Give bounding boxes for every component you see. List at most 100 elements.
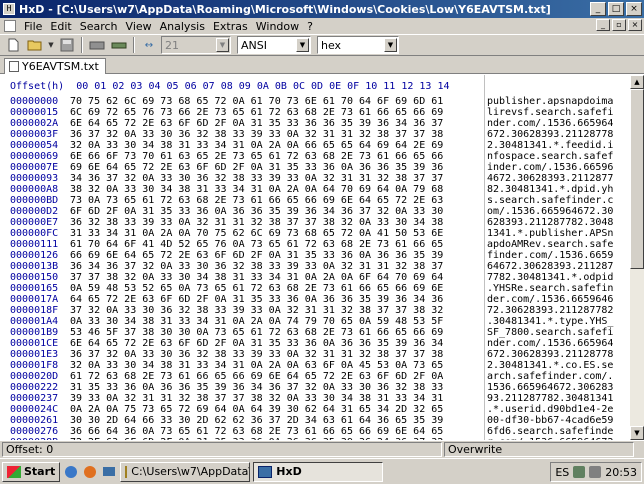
scroll-up-button[interactable]: ▲ bbox=[630, 75, 644, 89]
menu-analysis[interactable]: Analysis bbox=[156, 20, 209, 33]
mdi-restore-button[interactable]: ▫ bbox=[612, 19, 626, 31]
row-hex-bytes[interactable]: 36 66 64 36 0A 73 65 61 72 63 68 2E 73 6… bbox=[70, 426, 443, 437]
row-hex-bytes[interactable]: 36 32 38 33 39 33 0A 32 31 31 32 38 37 3… bbox=[70, 217, 443, 228]
row-hex-bytes[interactable]: 69 6E 64 65 72 2E 63 6F 6D 2F 0A 31 35 3… bbox=[70, 162, 443, 173]
row-hex-bytes[interactable]: 73 0A 73 65 61 72 63 68 2E 73 61 66 65 6… bbox=[70, 195, 443, 206]
row-hex-bytes[interactable]: 32 0A 33 30 34 38 31 33 34 31 0A 2A 0A 6… bbox=[70, 140, 443, 151]
row-text[interactable]: 64672.30628393.211287 bbox=[487, 261, 625, 272]
row-hex-bytes[interactable]: 39 33 0A 32 31 31 32 38 37 37 38 32 0A 3… bbox=[70, 393, 443, 404]
row-text[interactable]: nfospace.search.safef bbox=[487, 151, 625, 162]
minimize-button[interactable]: _ bbox=[590, 2, 606, 16]
new-file-icon[interactable] bbox=[3, 36, 23, 54]
bytes-per-row-select[interactable]: 21 ▼ bbox=[161, 36, 231, 54]
row-text[interactable]: nder.com/.1536.665964 bbox=[487, 118, 625, 129]
volume-icon[interactable] bbox=[589, 466, 602, 478]
row-hex-bytes[interactable]: 66 69 6E 64 65 72 2E 63 6F 6D 2F 0A 31 3… bbox=[70, 250, 443, 261]
menu-view[interactable]: View bbox=[122, 20, 156, 33]
row-text[interactable]: 6fd6.search.safefinde bbox=[487, 426, 625, 437]
start-button[interactable]: Start bbox=[2, 461, 61, 482]
row-text[interactable]: 672.30628393.21128778 bbox=[487, 129, 625, 140]
menu-help[interactable]: ? bbox=[303, 20, 317, 33]
taskbar-hxd-window[interactable]: HxD bbox=[253, 461, 384, 482]
row-hex-bytes[interactable]: 0A 33 30 34 38 31 33 34 31 0A 2A 0A 74 7… bbox=[70, 316, 443, 327]
row-text[interactable]: finder.com/.1536.6659 bbox=[487, 250, 625, 261]
menu-extras[interactable]: Extras bbox=[209, 20, 252, 33]
tab-file[interactable]: Y6EAVTSM.txt bbox=[4, 58, 106, 74]
chevron-down-icon[interactable]: ▼ bbox=[384, 38, 397, 52]
row-hex-bytes[interactable]: 30 30 2D 64 66 33 30 2D 62 62 36 37 2D 3… bbox=[70, 415, 443, 426]
menu-edit[interactable]: Edit bbox=[46, 20, 75, 33]
row-text[interactable]: .*.userid.d90bd1e4-2e bbox=[487, 404, 625, 415]
row-hex-bytes[interactable]: 0A 59 48 53 52 65 0A 73 65 61 72 63 68 2… bbox=[70, 283, 443, 294]
row-hex-bytes[interactable]: 64 65 72 2E 63 6F 6D 2F 0A 31 35 33 36 0… bbox=[70, 294, 443, 305]
row-text[interactable]: 1341.*.publisher.APSn bbox=[487, 228, 625, 239]
mdi-close-button[interactable]: × bbox=[628, 19, 642, 31]
row-text[interactable]: 628393.211287782.3048 bbox=[487, 217, 625, 228]
mdi-minimize-button[interactable]: _ bbox=[596, 19, 610, 31]
row-hex-bytes[interactable]: 6E 64 65 72 2E 63 6F 6D 2F 0A 31 35 33 3… bbox=[70, 338, 443, 349]
close-button[interactable]: × bbox=[626, 2, 642, 16]
row-hex-bytes[interactable]: 6E 66 6F 73 70 61 63 65 2E 73 65 61 72 6… bbox=[70, 151, 443, 162]
row-text[interactable]: 7782.30481341.*.odpid bbox=[487, 272, 625, 283]
maximize-button[interactable]: □ bbox=[608, 2, 624, 16]
row-hex-bytes[interactable]: 34 36 37 32 0A 33 30 36 32 38 33 39 33 0… bbox=[70, 173, 443, 184]
open-disk-icon[interactable] bbox=[87, 36, 107, 54]
language-indicator[interactable]: ES bbox=[555, 466, 569, 479]
row-hex-bytes[interactable]: 61 72 63 68 2E 73 61 66 65 66 69 6E 64 6… bbox=[70, 371, 443, 382]
row-text[interactable]: SF_7800.search.safefi bbox=[487, 327, 625, 338]
browser-quicklaunch-icon[interactable] bbox=[63, 464, 79, 480]
row-hex-bytes[interactable]: 37 37 38 32 0A 33 30 34 38 31 33 34 31 0… bbox=[70, 272, 443, 283]
menu-window[interactable]: Window bbox=[252, 20, 303, 33]
row-text[interactable]: 82.30481341.*.dpid.yh bbox=[487, 184, 625, 195]
row-hex-bytes[interactable]: 37 32 0A 33 30 36 32 38 33 39 33 0A 32 3… bbox=[70, 305, 443, 316]
row-text[interactable]: 4672.30628393.2112877 bbox=[487, 173, 625, 184]
scroll-thumb[interactable] bbox=[630, 89, 644, 269]
offset-base-select[interactable]: hex ▼ bbox=[317, 36, 399, 54]
row-hex-bytes[interactable]: 70 75 62 6C 69 73 68 65 72 0A 61 70 73 6… bbox=[70, 96, 443, 107]
chevron-down-icon[interactable]: ▼ bbox=[216, 38, 229, 52]
row-text[interactable]: der.com/.1536.6659646 bbox=[487, 294, 625, 305]
desktop-quicklaunch-icon[interactable] bbox=[101, 464, 117, 480]
row-text[interactable]: 2.30481341.*.co.ES.se bbox=[487, 360, 625, 371]
row-hex-bytes[interactable]: 6C 69 72 65 76 73 66 2E 73 65 61 72 63 6… bbox=[70, 107, 443, 118]
row-text[interactable]: publisher.apsnapdoima bbox=[487, 96, 625, 107]
open-file-icon[interactable] bbox=[25, 36, 45, 54]
row-hex-bytes[interactable]: 0A 2A 0A 75 73 65 72 69 64 0A 64 39 30 6… bbox=[70, 404, 443, 415]
row-text[interactable]: .30481341.*.type.YHS_ bbox=[487, 316, 625, 327]
row-hex-bytes[interactable]: 53 46 5F 37 38 30 30 0A 73 65 61 72 63 6… bbox=[70, 327, 443, 338]
row-text[interactable]: inder.com/.1536.66596 bbox=[487, 162, 625, 173]
row-hex-bytes[interactable]: 6E 64 65 72 2E 63 6F 6D 2F 0A 31 35 33 3… bbox=[70, 118, 443, 129]
document-icon[interactable] bbox=[4, 20, 16, 32]
open-ram-icon[interactable] bbox=[109, 36, 129, 54]
row-text[interactable]: lirevsf.search.safefi bbox=[487, 107, 625, 118]
menu-search[interactable]: Search bbox=[76, 20, 122, 33]
chevron-down-icon[interactable]: ▼ bbox=[296, 38, 309, 52]
network-icon[interactable] bbox=[573, 466, 586, 478]
row-hex-bytes[interactable]: 31 35 33 36 0A 36 36 35 39 36 34 36 37 3… bbox=[70, 382, 443, 393]
scroll-down-button[interactable]: ▼ bbox=[630, 426, 644, 440]
row-hex-bytes[interactable]: 36 34 36 37 32 0A 33 30 36 32 38 33 39 3… bbox=[70, 261, 443, 272]
hxd-app-icon[interactable]: H bbox=[3, 3, 15, 15]
taskbar-explorer-window[interactable]: C:\Users\w7\AppData\R... bbox=[120, 461, 251, 482]
row-hex-bytes[interactable]: 6F 6D 2F 0A 31 35 33 36 0A 36 36 35 39 3… bbox=[70, 206, 443, 217]
row-text[interactable]: 93.211287782.30481341 bbox=[487, 393, 625, 404]
row-hex-bytes[interactable]: 32 0A 33 30 34 38 31 33 34 31 0A 2A 0A 6… bbox=[70, 360, 443, 371]
vertical-scrollbar[interactable]: ▲ ▼ bbox=[630, 75, 644, 440]
row-hex-bytes[interactable]: 38 32 0A 33 30 34 38 31 33 34 31 0A 2A 0… bbox=[70, 184, 443, 195]
row-text[interactable]: om/.1536.665964672.30 bbox=[487, 206, 625, 217]
save-icon[interactable] bbox=[57, 36, 77, 54]
row-hex-bytes[interactable]: 36 37 32 0A 33 30 36 32 38 33 39 33 0A 3… bbox=[70, 129, 443, 140]
row-text[interactable]: 672.30628393.21128778 bbox=[487, 349, 625, 360]
menu-file[interactable]: File bbox=[20, 20, 46, 33]
row-hex-bytes[interactable]: 61 70 64 6F 41 4D 52 65 76 0A 73 65 61 7… bbox=[70, 239, 443, 250]
row-hex-bytes[interactable]: 31 33 34 31 0A 2A 0A 70 75 62 6C 69 73 6… bbox=[70, 228, 443, 239]
row-text[interactable]: 1536.665964672.306283 bbox=[487, 382, 625, 393]
row-text[interactable]: 2.30481341.*.feedid.i bbox=[487, 140, 625, 151]
row-text[interactable]: 72.30628393.211287782 bbox=[487, 305, 625, 316]
open-dropdown-icon[interactable]: ▼ bbox=[47, 36, 55, 54]
row-hex-bytes[interactable]: 36 37 32 0A 33 30 36 32 38 33 39 33 0A 3… bbox=[70, 349, 443, 360]
row-text[interactable]: 00-df30-bb67-4cad6e59 bbox=[487, 415, 625, 426]
hex-editor[interactable]: Offset(h) 00 01 02 03 04 05 06 07 08 09 … bbox=[0, 75, 630, 440]
row-text[interactable]: apdoAMRev.search.safe bbox=[487, 239, 625, 250]
charset-select[interactable]: ANSI ▼ bbox=[237, 36, 311, 54]
